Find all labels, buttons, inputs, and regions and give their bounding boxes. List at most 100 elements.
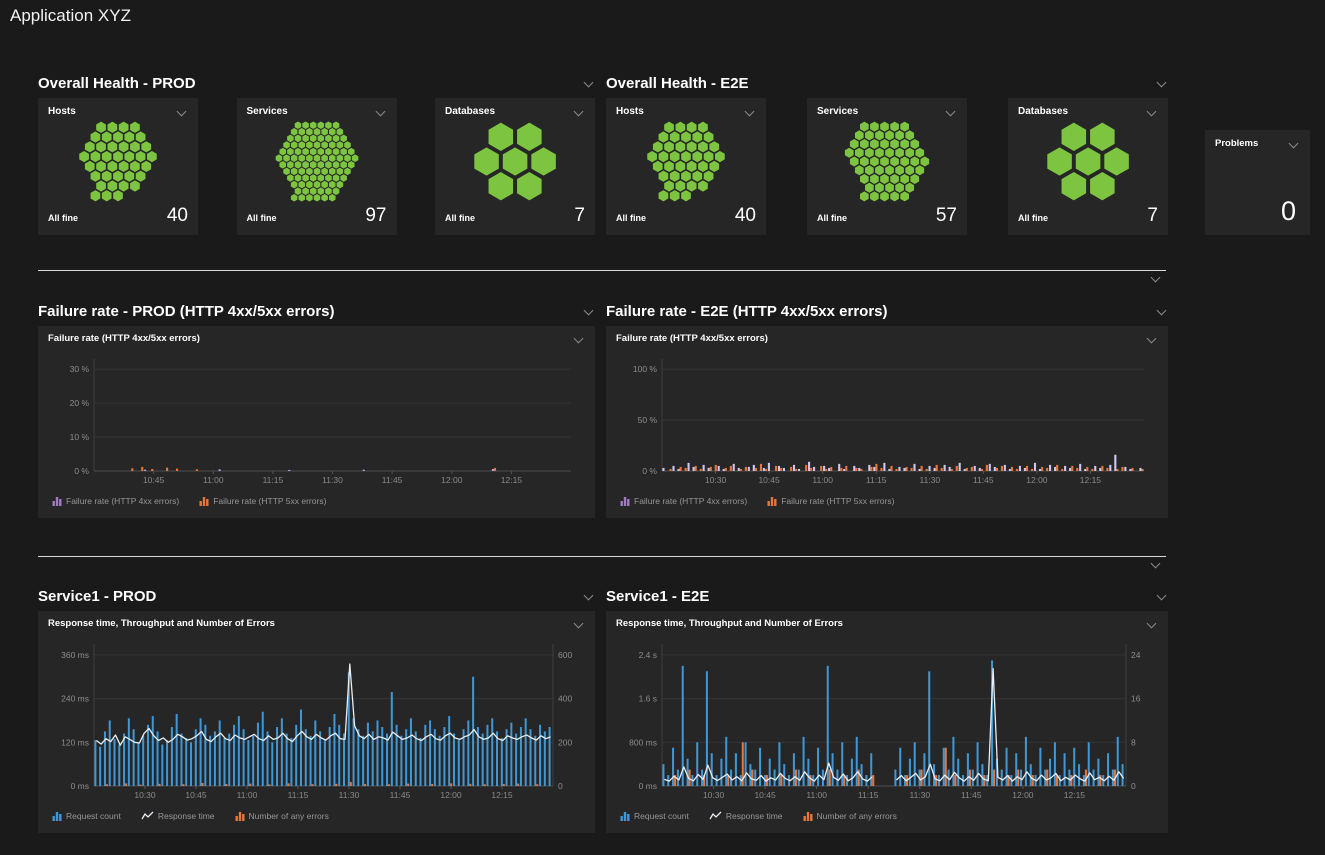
- legend-bars-icon: [199, 496, 209, 506]
- chart-tile-failure-prod[interactable]: Failure rate (HTTP 4xx/5xx errors) 30 %2…: [38, 326, 595, 518]
- health-tile-services-e2e[interactable]: Services All fine 57: [807, 98, 967, 235]
- chart-canvas[interactable]: 360 ms240 ms120 ms0 ms600400200010:3010:…: [48, 636, 585, 804]
- chevron-down-icon[interactable]: [1146, 333, 1158, 345]
- chevron-down-icon[interactable]: [583, 590, 595, 602]
- chevron-down-icon[interactable]: [1156, 590, 1168, 602]
- chevron-down-icon[interactable]: [1150, 272, 1162, 284]
- svg-text:11:00: 11:00: [203, 475, 224, 485]
- chevron-down-icon[interactable]: [945, 106, 957, 118]
- entity-count: 7: [1147, 205, 1158, 227]
- svg-text:24: 24: [1131, 650, 1141, 660]
- svg-text:12:00: 12:00: [1012, 790, 1034, 800]
- chart-title: Response time, Throughput and Number of …: [616, 618, 843, 629]
- svg-text:11:45: 11:45: [973, 475, 994, 485]
- chart-plot[interactable]: 100 %50 %0 %10:3010:4511:0011:1511:3011:…: [616, 351, 1158, 489]
- legend-item[interactable]: Response time: [141, 811, 215, 821]
- svg-text:11:00: 11:00: [812, 475, 833, 485]
- chevron-down-icon[interactable]: [573, 333, 585, 345]
- chart-canvas[interactable]: 100 %50 %0 %10:3010:4511:0011:1511:3011:…: [616, 351, 1158, 489]
- section-title: Overall Health - E2E: [606, 75, 749, 92]
- section-health-prod: Overall Health - PROD Hosts All fine 40 …: [38, 70, 595, 235]
- tile-title: Problems: [1215, 138, 1258, 150]
- legend-label: Response time: [158, 811, 215, 821]
- chart-canvas[interactable]: 2.4 s1.6 s800 ms0 ms24168010:3010:4511:0…: [616, 636, 1158, 804]
- legend-line-icon: [709, 811, 722, 821]
- entity-count: 40: [167, 205, 188, 227]
- honeycomb-chart[interactable]: [1018, 121, 1158, 202]
- chart-tile-failure-e2e[interactable]: Failure rate (HTTP 4xx/5xx errors) 100 %…: [606, 326, 1168, 518]
- legend-bars-icon: [235, 811, 245, 821]
- chart-title: Response time, Throughput and Number of …: [48, 618, 275, 629]
- honeycomb-chart[interactable]: [445, 121, 585, 202]
- health-tile-hosts-e2e[interactable]: Hosts All fine 40: [606, 98, 766, 235]
- chart-plot[interactable]: 30 %20 %10 %0 %10:4511:0011:1511:3011:45…: [48, 351, 585, 489]
- legend-item[interactable]: Failure rate (HTTP 5xx errors): [199, 496, 326, 506]
- chevron-down-icon[interactable]: [1150, 558, 1162, 570]
- legend-item[interactable]: Request count: [52, 811, 121, 821]
- chevron-down-icon[interactable]: [375, 106, 387, 118]
- chevron-down-icon[interactable]: [744, 106, 756, 118]
- svg-text:11:00: 11:00: [806, 790, 827, 800]
- problems-tile[interactable]: Problems 0: [1205, 130, 1310, 235]
- chevron-down-icon[interactable]: [1146, 106, 1158, 118]
- legend-label: Failure rate (HTTP 5xx errors): [213, 496, 326, 506]
- health-tile-hosts-prod[interactable]: Hosts All fine 40: [38, 98, 198, 235]
- svg-text:10:30: 10:30: [703, 790, 725, 800]
- legend-label: Number of any errors: [249, 811, 329, 821]
- legend-item[interactable]: Failure rate (HTTP 4xx errors): [52, 496, 179, 506]
- svg-text:11:00: 11:00: [237, 790, 258, 800]
- legend-item[interactable]: Failure rate (HTTP 5xx errors): [767, 496, 894, 506]
- chevron-down-icon[interactable]: [583, 305, 595, 317]
- svg-text:10:45: 10:45: [754, 790, 776, 800]
- legend-item[interactable]: Number of any errors: [803, 811, 897, 821]
- svg-text:11:15: 11:15: [288, 790, 309, 800]
- health-tile-services-prod[interactable]: Services All fine 97: [237, 98, 397, 235]
- chevron-down-icon[interactable]: [573, 618, 585, 630]
- legend-item[interactable]: Request count: [620, 811, 689, 821]
- chevron-down-icon[interactable]: [1156, 305, 1168, 317]
- legend-label: Request count: [66, 811, 121, 821]
- svg-text:0 %: 0 %: [74, 466, 89, 476]
- svg-text:200: 200: [558, 737, 572, 747]
- section-title: Overall Health - PROD: [38, 75, 196, 92]
- legend-item[interactable]: Number of any errors: [235, 811, 329, 821]
- health-tile-databases-e2e[interactable]: Databases All fine 7: [1008, 98, 1168, 235]
- chart-canvas[interactable]: 30 %20 %10 %0 %10:4511:0011:1511:3011:45…: [48, 351, 585, 489]
- legend-bars-icon: [803, 811, 813, 821]
- section-health-e2e: Overall Health - E2E Hosts All fine 40 S…: [606, 70, 1168, 235]
- svg-text:8: 8: [1131, 737, 1136, 747]
- chart-legend: Request count Response time Number of any …: [48, 804, 585, 828]
- tile-title: Hosts: [616, 106, 644, 117]
- legend-item[interactable]: Failure rate (HTTP 4xx errors): [620, 496, 747, 506]
- honeycomb-chart[interactable]: [48, 121, 188, 202]
- svg-text:12:15: 12:15: [491, 790, 513, 800]
- status-label: All fine: [445, 213, 475, 227]
- svg-text:400: 400: [558, 694, 572, 704]
- chart-title: Failure rate (HTTP 4xx/5xx errors): [48, 333, 200, 344]
- svg-text:0 ms: 0 ms: [71, 781, 89, 791]
- chevron-down-icon[interactable]: [1288, 138, 1300, 150]
- chart-plot[interactable]: 360 ms240 ms120 ms0 ms600400200010:3010:…: [48, 636, 585, 804]
- honeycomb-chart[interactable]: [616, 121, 756, 202]
- svg-text:11:45: 11:45: [382, 475, 403, 485]
- chart-plot[interactable]: 2.4 s1.6 s800 ms0 ms24168010:3010:4511:0…: [616, 636, 1158, 804]
- svg-text:50 %: 50 %: [638, 415, 658, 425]
- chevron-down-icon[interactable]: [573, 106, 585, 118]
- svg-text:11:30: 11:30: [909, 790, 930, 800]
- honeycomb-chart[interactable]: [247, 121, 387, 202]
- chart-tile-service-prod[interactable]: Response time, Throughput and Number of …: [38, 611, 595, 833]
- section-title: Service1 - E2E: [606, 588, 709, 605]
- honeycomb-chart[interactable]: [817, 121, 957, 202]
- entity-count: 7: [574, 205, 585, 227]
- legend-item[interactable]: Response time: [709, 811, 783, 821]
- chevron-down-icon[interactable]: [176, 106, 188, 118]
- legend-label: Failure rate (HTTP 4xx errors): [66, 496, 179, 506]
- chart-tile-service-e2e[interactable]: Response time, Throughput and Number of …: [606, 611, 1168, 833]
- chevron-down-icon[interactable]: [1156, 77, 1168, 89]
- section-failure-prod: Failure rate - PROD (HTTP 4xx/5xx errors…: [38, 298, 595, 518]
- chevron-down-icon[interactable]: [1146, 618, 1158, 630]
- chevron-down-icon[interactable]: [583, 77, 595, 89]
- health-tile-databases-prod[interactable]: Databases All fine 7: [435, 98, 595, 235]
- legend-bars-icon: [620, 811, 630, 821]
- legend-bars-icon: [52, 811, 62, 821]
